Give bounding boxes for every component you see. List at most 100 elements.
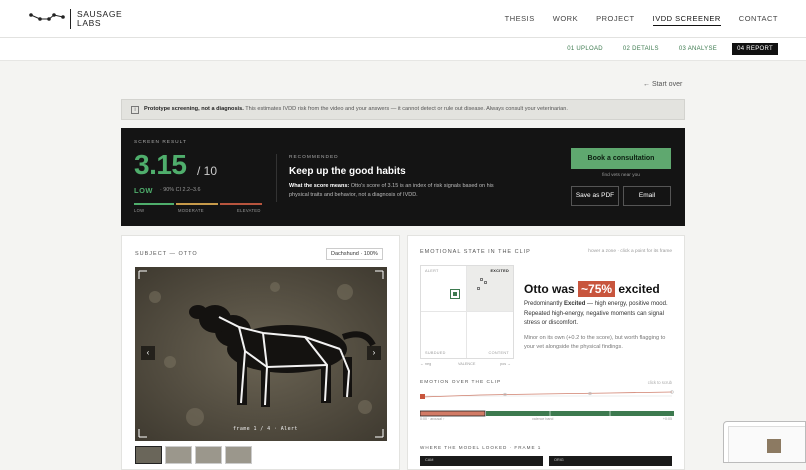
attention-card-cam[interactable]: CAM bbox=[420, 456, 543, 466]
recommendation-title: Keep up the good habits bbox=[289, 166, 406, 177]
scale-label-low: LOW bbox=[134, 208, 145, 213]
timeline-marker-start[interactable] bbox=[420, 394, 425, 399]
dog-frame-image bbox=[135, 267, 387, 441]
step-list: 01 UPLOAD 02 DETAILS 03 ANALYSE 04 REPOR… bbox=[562, 43, 778, 55]
quadrant-content-label: CONTENT bbox=[488, 351, 509, 355]
next-frame-button[interactable]: › bbox=[367, 346, 381, 360]
nav-work[interactable]: WORK bbox=[553, 14, 578, 26]
disclaimer-banner: i Prototype screening, not a diagnosis. … bbox=[121, 99, 685, 120]
video-frame[interactable]: frame 1 / 4 · Alert ‹ › bbox=[135, 267, 387, 441]
find-vets-text: find vets near you bbox=[602, 173, 640, 178]
desc-bold: What the score means: bbox=[289, 183, 350, 189]
divider bbox=[276, 154, 277, 202]
attention-card-cam-label: CAM bbox=[425, 458, 434, 462]
frame-label: frame 1 / 4 · Alert bbox=[233, 426, 298, 432]
scale-label-elevated: ELEVATED bbox=[237, 208, 261, 213]
frame-thumbnail-4[interactable] bbox=[225, 446, 252, 464]
result-card: SCREEN RESULT 3.15 / 10 LOW · 90% CI 2.2… bbox=[121, 128, 685, 226]
emotion-point-selected[interactable] bbox=[450, 289, 460, 299]
emotion-point[interactable] bbox=[480, 278, 483, 281]
timeline-hint: click to scrub bbox=[647, 380, 672, 385]
step-upload[interactable]: 01 UPLOAD bbox=[562, 43, 608, 55]
frame-thumbnail-1[interactable] bbox=[135, 446, 162, 464]
quadrant-excited[interactable]: EXCITED bbox=[467, 266, 513, 312]
desc-emotion: Excited bbox=[564, 301, 586, 307]
axis-neg: ← neg bbox=[420, 362, 432, 366]
subject-panel: SUBJECT — OTTO Dachshund · 100% frame 1 … bbox=[121, 235, 400, 470]
step-details[interactable]: 02 DETAILS bbox=[618, 43, 664, 55]
device-preview-screen bbox=[728, 426, 805, 462]
nav-thesis[interactable]: THESIS bbox=[505, 14, 535, 26]
step-bar: 01 UPLOAD 02 DETAILS 03 ANALYSE 04 REPOR… bbox=[0, 38, 806, 61]
start-over-link[interactable]: ← Start over bbox=[643, 81, 682, 88]
chevron-right-icon: › bbox=[372, 348, 376, 357]
axis-valence: VALENCE bbox=[458, 362, 476, 366]
timeline-label-mid: valence band bbox=[532, 417, 554, 421]
emotion-point[interactable] bbox=[477, 287, 480, 290]
brand-line-2: LABS bbox=[77, 18, 102, 28]
emotion-headline: Otto was ~75% excited bbox=[524, 281, 660, 297]
emotion-label: EMOTIONAL STATE IN THE CLIP bbox=[420, 249, 531, 255]
quadrant-alert[interactable]: ALERT bbox=[421, 266, 467, 312]
headline-suffix: excited bbox=[615, 282, 660, 296]
score-value: 3.15 bbox=[134, 149, 187, 180]
save-pdf-button[interactable]: Save as PDF bbox=[571, 186, 619, 206]
device-preview-widget[interactable] bbox=[723, 421, 806, 463]
quadrant-excited-label: EXCITED bbox=[490, 269, 509, 273]
book-consultation-button[interactable]: Book a consultation bbox=[571, 148, 671, 169]
headline-prefix: Otto was bbox=[524, 282, 579, 296]
nav-contact[interactable]: CONTACT bbox=[739, 14, 778, 26]
frame-thumbnail-3[interactable] bbox=[195, 446, 222, 464]
prev-frame-button[interactable]: ‹ bbox=[141, 346, 155, 360]
nav-ivdd-screener[interactable]: IVDD SCREENER bbox=[652, 14, 721, 26]
disclaimer-text: This estimates IVDD risk from the video … bbox=[243, 106, 568, 112]
main-nav: THESIS WORK PROJECT IVDD SCREENER CONTAC… bbox=[505, 14, 778, 26]
frame-thumbnails bbox=[135, 446, 252, 464]
risk-level: LOW bbox=[134, 186, 153, 195]
attention-label: WHERE THE MODEL LOOKED · FRAME 1 bbox=[420, 445, 542, 450]
scale-bar-moderate bbox=[176, 203, 218, 205]
top-navbar: SAUSAGE LABS THESIS WORK PROJECT IVDD SC… bbox=[0, 0, 806, 38]
emotion-hint: hover a zone · click a point for its fra… bbox=[588, 249, 672, 254]
confidence-interval: · 90% CI 2.2–3.6 bbox=[160, 187, 201, 193]
emotion-quadrant-chart[interactable]: ALERT EXCITED SUBDUED CONTENT bbox=[420, 265, 514, 359]
frame-thumbnail-2[interactable] bbox=[165, 446, 192, 464]
attention-card-orig[interactable]: ORIG bbox=[549, 456, 672, 466]
logo-icon[interactable] bbox=[29, 11, 65, 23]
score-max: / 10 bbox=[197, 164, 218, 178]
preview-thumbnail bbox=[767, 439, 781, 453]
emotion-note: Minor on its own (+0.2 to the score), bu… bbox=[524, 335, 666, 350]
timeline-label: EMOTION OVER THE CLIP bbox=[420, 380, 502, 385]
chevron-left-icon: ‹ bbox=[146, 348, 150, 357]
quadrant-alert-label: ALERT bbox=[425, 269, 439, 273]
scale-bar-low bbox=[134, 203, 174, 205]
axis-pos: pos → bbox=[500, 362, 511, 366]
disclaimer-bold: Prototype screening, not a diagnosis. bbox=[144, 106, 244, 112]
info-icon: i bbox=[131, 106, 139, 114]
scale-bar-elevated bbox=[220, 203, 262, 205]
emotion-timeline[interactable] bbox=[420, 387, 674, 417]
emotion-point[interactable] bbox=[484, 281, 487, 284]
scale-label-moderate: MODERATE bbox=[178, 208, 204, 213]
timeline-label-end: +0:05 bbox=[662, 417, 672, 421]
quadrant-subdued[interactable]: SUBDUED bbox=[421, 312, 467, 358]
quadrant-content[interactable]: CONTENT bbox=[467, 312, 513, 358]
recommended-label: RECOMMENDED bbox=[289, 155, 339, 160]
nav-project[interactable]: PROJECT bbox=[596, 14, 635, 26]
excited-percentage: ~75% bbox=[578, 281, 616, 297]
brand-name[interactable]: SAUSAGE LABS bbox=[77, 10, 137, 28]
quadrant-subdued-label: SUBDUED bbox=[425, 351, 446, 355]
breed-badge: Dachshund · 100% bbox=[326, 248, 383, 260]
emotion-panel: EMOTIONAL STATE IN THE CLIP hover a zone… bbox=[407, 235, 685, 470]
step-analyse[interactable]: 03 ANALYSE bbox=[674, 43, 722, 55]
step-report[interactable]: 04 REPORT bbox=[732, 43, 778, 55]
timeline-label-start: 0:00 · arousal ↑ bbox=[420, 417, 445, 421]
email-button[interactable]: Email bbox=[623, 186, 671, 206]
attention-card-orig-label: ORIG bbox=[554, 458, 564, 462]
timeline-segment-selected[interactable] bbox=[420, 410, 486, 417]
recommendation-desc: What the score means: Otto's score of 3.… bbox=[289, 182, 504, 199]
subject-label: SUBJECT — OTTO bbox=[135, 251, 198, 257]
timeline-band[interactable] bbox=[486, 411, 674, 416]
desc-pre: Predominantly bbox=[524, 301, 565, 307]
emotion-description: Predominantly Excited — high energy, pos… bbox=[524, 300, 676, 329]
